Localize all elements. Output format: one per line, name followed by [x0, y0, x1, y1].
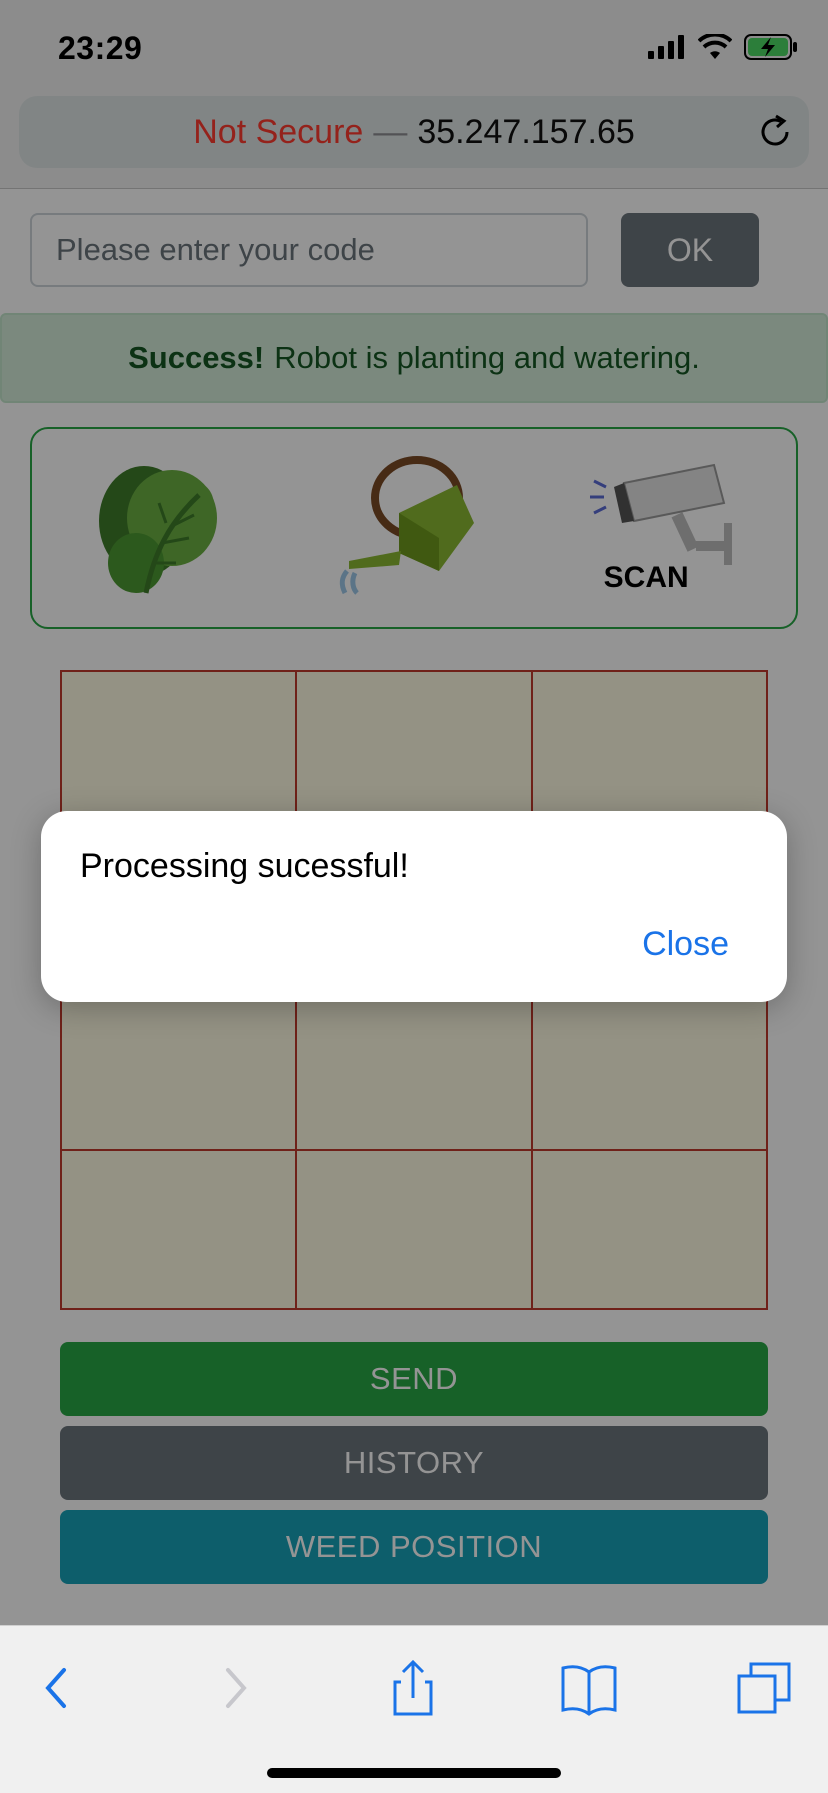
forward-icon[interactable]: [204, 1658, 264, 1718]
alert-dialog: Processing sucessful! Close: [41, 811, 787, 1002]
home-indicator: [267, 1768, 561, 1778]
bookmarks-icon[interactable]: [559, 1658, 619, 1718]
browser-toolbar: [0, 1625, 828, 1793]
dialog-message: Processing sucessful!: [80, 847, 409, 885]
back-icon[interactable]: [28, 1658, 88, 1718]
share-icon[interactable]: [383, 1658, 443, 1718]
close-button[interactable]: Close: [642, 925, 729, 964]
tabs-icon[interactable]: [735, 1658, 795, 1718]
